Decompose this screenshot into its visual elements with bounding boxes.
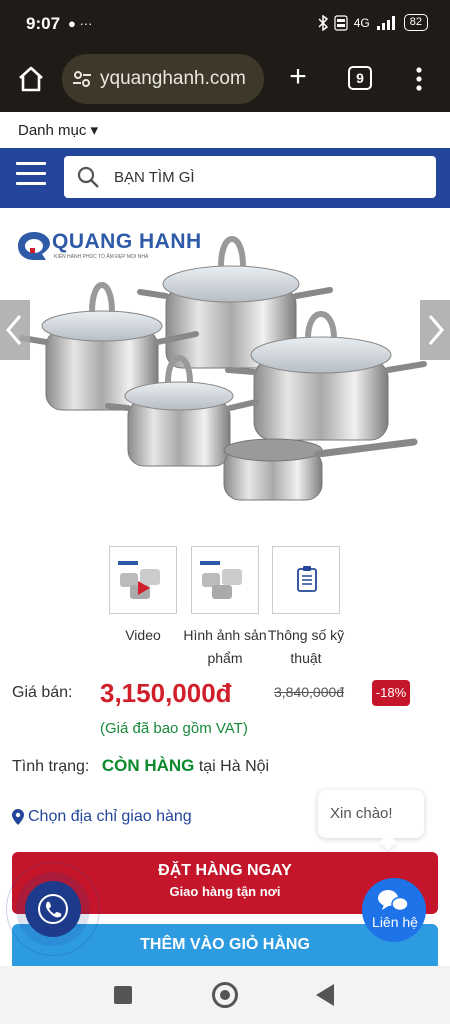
signal-icon [376, 15, 395, 30]
battery-icon: 82 [403, 14, 428, 31]
thumbnail-strip: Video Hình ảnh sản phẩm Thông số kỹ thuậ… [0, 546, 450, 671]
sale-price: 3,150,000đ [100, 678, 232, 708]
thumbnail-product-images[interactable] [191, 546, 259, 614]
site-header: BẠN TÌM GÌ [0, 148, 450, 208]
notification-icons: ● ··· [68, 16, 93, 31]
more-menu-icon[interactable] [412, 64, 426, 94]
volte-icon [334, 14, 348, 31]
call-button[interactable] [25, 881, 81, 937]
chat-bubble-tail [379, 833, 397, 851]
video-thumbnail-icon [118, 561, 160, 599]
contact-label: Liên hệ [372, 914, 418, 930]
gallery-next-button[interactable] [420, 300, 450, 360]
thumbnail-specs[interactable] [272, 546, 340, 614]
price-row: Giá bán: 3,150,000đ 3,840,000đ -18% [0, 676, 450, 712]
recents-icon[interactable] [114, 986, 132, 1004]
status-time: 9:07 [26, 14, 61, 33]
address-label[interactable]: Chọn địa chỉ giao hàng [28, 808, 192, 826]
product-thumbnail-icon [200, 561, 242, 599]
new-tab-icon[interactable]: + [283, 62, 313, 92]
tab-switcher-button[interactable]: 9 [348, 66, 372, 90]
url-text: yquanghanh.com [100, 68, 246, 89]
chevron-right-icon [428, 315, 444, 345]
cookware-set-image [19, 236, 427, 501]
chat-greeting: Xin chào! [330, 805, 393, 822]
stock-status: Tình trạng: CÒN HÀNG tại Hà Nội [12, 756, 269, 776]
thumbnail-label[interactable]: Thông số kỹ thuật [256, 624, 356, 670]
home-icon[interactable] [16, 64, 46, 94]
status-indicators: 4G 82 [318, 14, 428, 31]
search-placeholder: BẠN TÌM GÌ [114, 169, 195, 186]
browser-toolbar: yquanghanh.com + 9 [0, 48, 450, 112]
stock-value: CÒN HÀNG [101, 756, 195, 775]
price-label: Giá bán: [12, 684, 73, 701]
back-icon[interactable] [316, 984, 334, 1006]
category-menu[interactable]: Danh mục ▾ [0, 112, 450, 148]
address-bar[interactable]: yquanghanh.com [62, 54, 264, 104]
thumbnail-video[interactable] [109, 546, 177, 614]
vat-note: (Giá đã bao gồm VAT) [100, 720, 248, 737]
chat-greeting-bubble[interactable]: Xin chào! [318, 790, 424, 851]
discount-badge: -18% [372, 680, 410, 706]
choose-address-link[interactable]: Chọn địa chỉ giao hàng [12, 808, 192, 826]
status-bar: 9:07 ● ··· 4G 82 [0, 0, 450, 48]
phone-icon [38, 894, 68, 924]
contact-chat-button[interactable]: Liên hệ [362, 878, 426, 942]
gallery-prev-button[interactable] [0, 300, 30, 360]
original-price: 3,840,000đ [274, 684, 345, 700]
category-label[interactable]: Danh mục ▾ [18, 121, 98, 139]
bluetooth-icon [318, 14, 328, 31]
chevron-left-icon [6, 315, 22, 345]
clipboard-icon [297, 566, 317, 592]
product-gallery: QUANG HANH KIẾN HÀNH PHÚC TỔ ẤM ĐẸP MỌI … [0, 210, 450, 535]
search-input[interactable]: BẠN TÌM GÌ [64, 156, 436, 198]
hamburger-menu-icon[interactable] [16, 162, 46, 192]
stock-label: Tình trạng: [12, 758, 90, 775]
network-type: 4G [353, 15, 370, 30]
search-icon[interactable] [76, 165, 100, 189]
location-pin-icon [12, 809, 24, 825]
system-nav-bar [0, 966, 450, 1024]
site-settings-icon[interactable] [70, 67, 94, 91]
home-nav-icon[interactable] [212, 982, 238, 1008]
stock-location: tại Hà Nội [194, 758, 270, 775]
